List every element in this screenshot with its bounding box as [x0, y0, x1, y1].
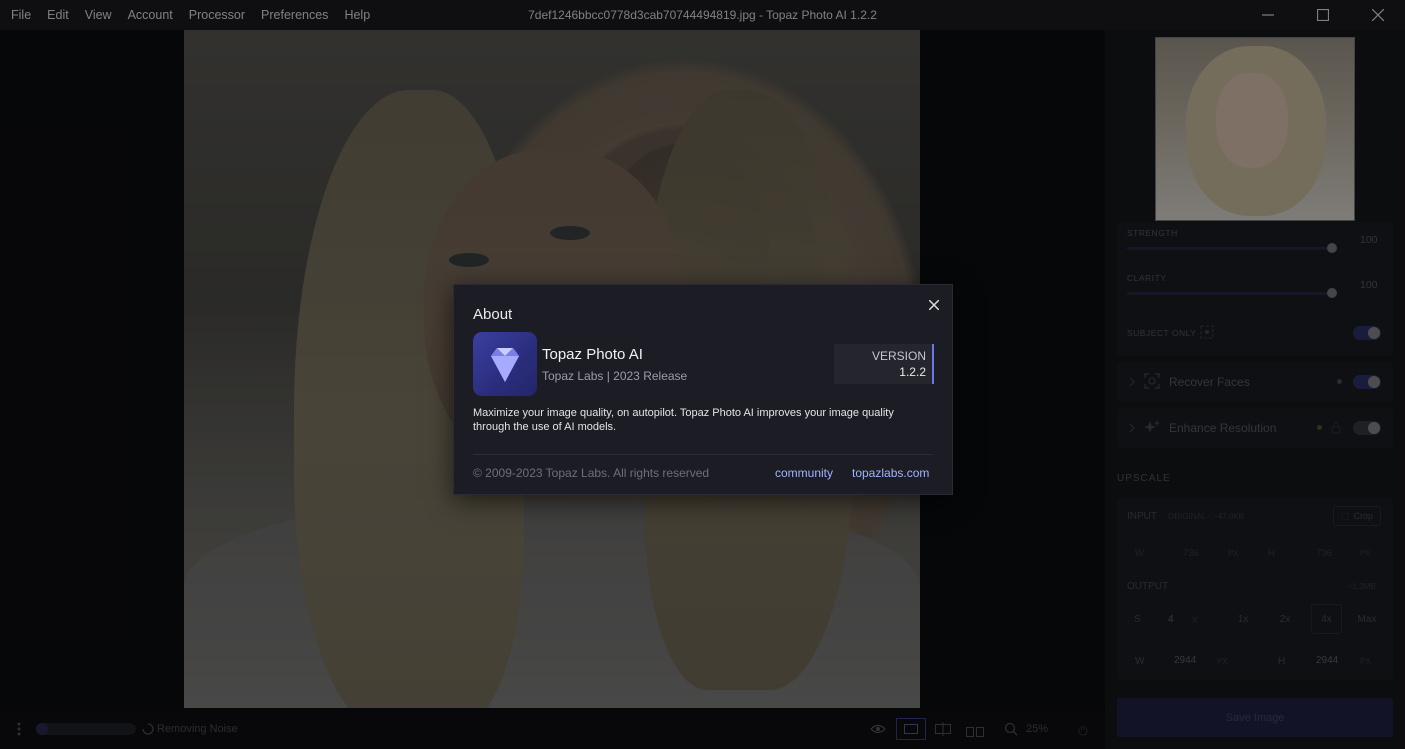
- version-number: 1.2.2: [899, 365, 926, 379]
- app-name: Topaz Photo AI: [542, 346, 643, 363]
- version-box: VERSION 1.2.2: [834, 344, 934, 384]
- divider: [473, 454, 933, 455]
- version-label: VERSION: [871, 349, 926, 363]
- about-title: About: [473, 306, 513, 323]
- copyright: © 2009-2023 Topaz Labs. All rights reser…: [473, 466, 710, 480]
- community-link[interactable]: community: [775, 466, 833, 480]
- app-logo-icon: [473, 332, 537, 396]
- about-dialog: About Topaz Photo AI Topaz Labs | 2023 R…: [453, 284, 953, 495]
- close-icon[interactable]: [924, 295, 944, 315]
- app-description: Maximize your image quality, on autopilo…: [473, 407, 894, 433]
- website-link[interactable]: topazlabs.com: [852, 466, 929, 480]
- app-publisher: Topaz Labs | 2023 Release: [542, 369, 688, 383]
